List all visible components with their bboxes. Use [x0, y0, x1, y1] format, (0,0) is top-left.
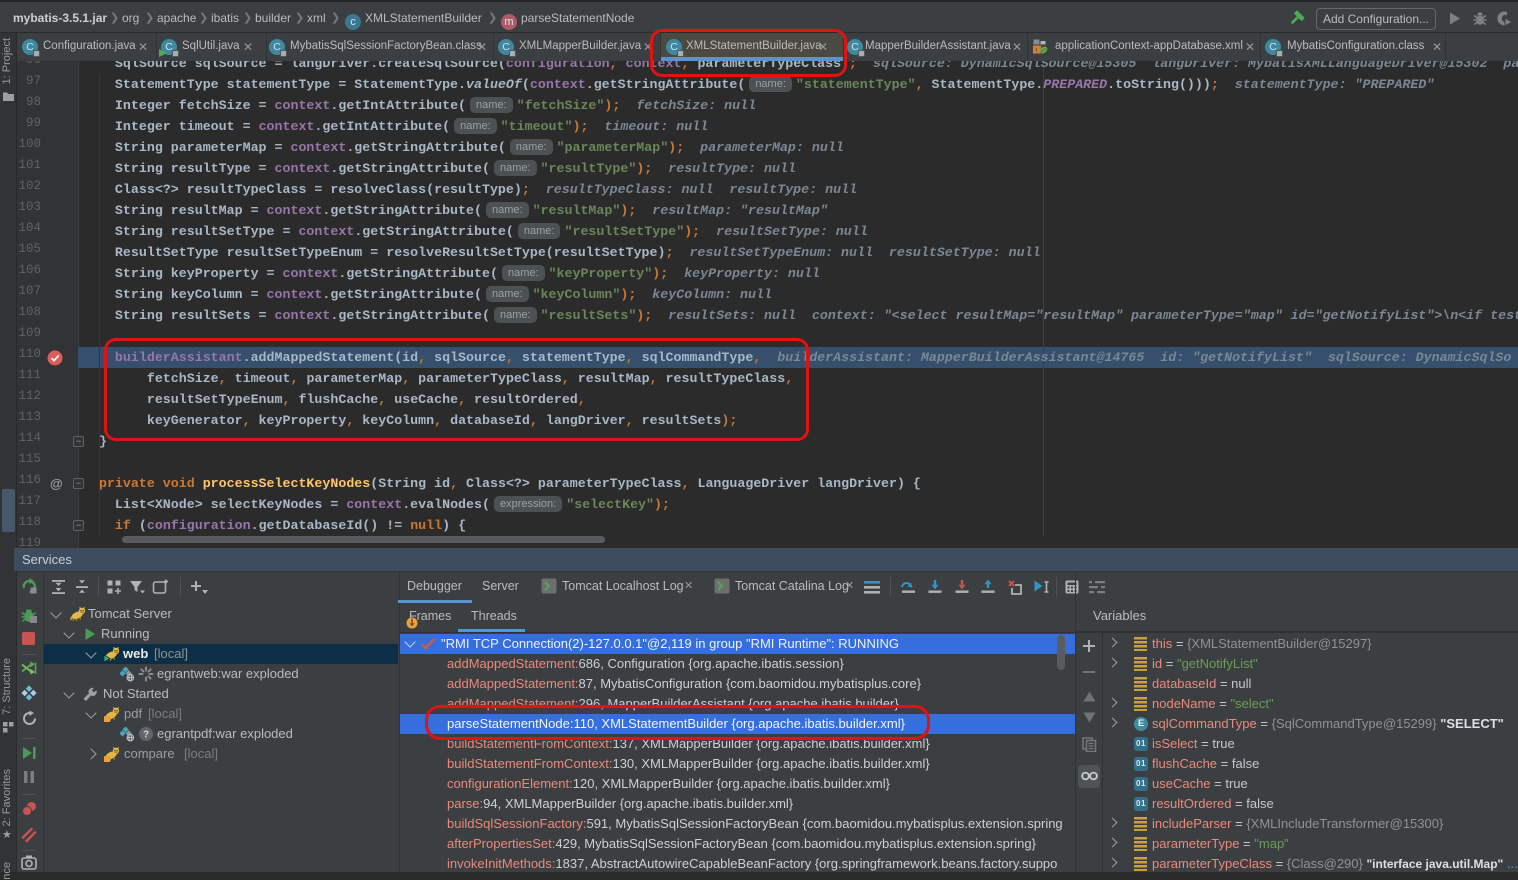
svg-text:?: ? — [143, 730, 149, 741]
